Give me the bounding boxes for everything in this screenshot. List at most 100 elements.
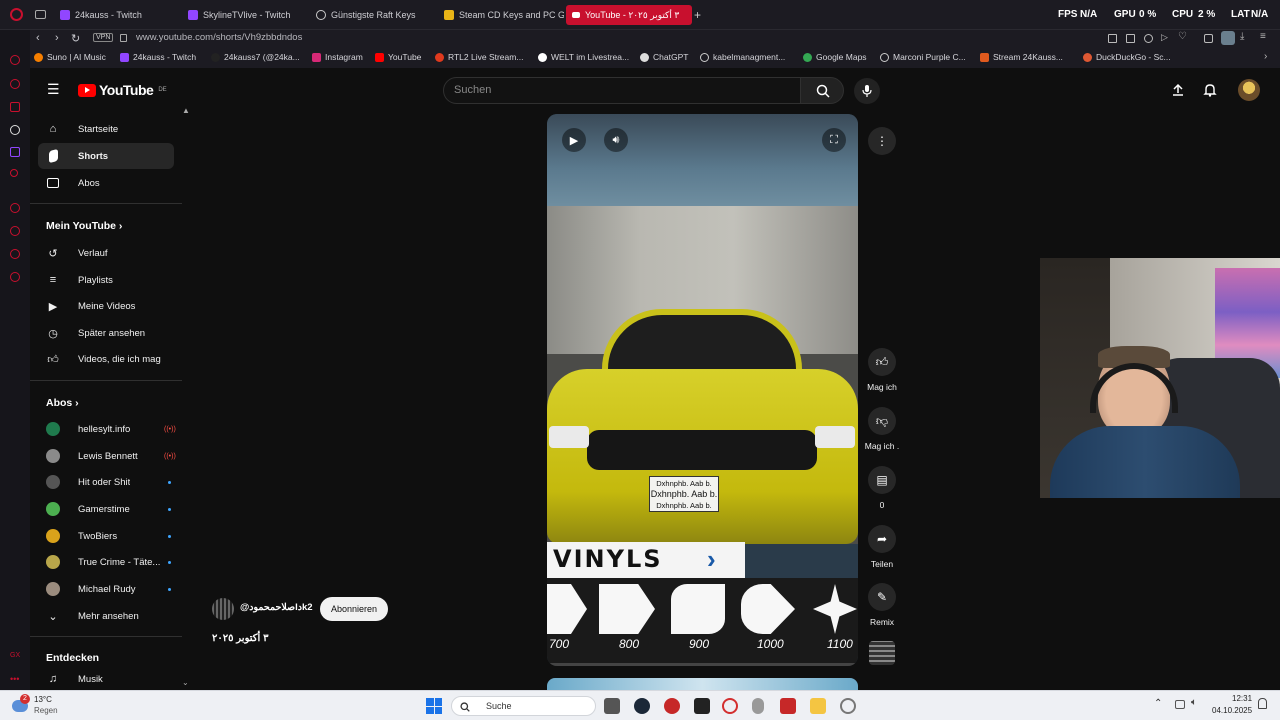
youtube-sidebar-icon[interactable]: [10, 169, 18, 177]
play-icon[interactable]: ▷: [1161, 32, 1168, 43]
channel-avatar[interactable]: [212, 598, 234, 620]
profile-avatar[interactable]: [1221, 31, 1235, 45]
video-progress-bar[interactable]: [547, 663, 858, 666]
subscription-michael-rudy[interactable]: Michael Rudy: [38, 576, 174, 602]
more-options-button[interactable]: ⋮: [868, 127, 896, 155]
gx-icon[interactable]: GX: [10, 652, 20, 659]
nav-spaeter-ansehen[interactable]: ◷ Später ansehen: [38, 320, 174, 346]
tab-skylinetv-twitch[interactable]: SkylineTVlive - Twitch: [182, 5, 308, 25]
forward-icon[interactable]: ›: [55, 32, 59, 44]
nav-abos[interactable]: Abos: [38, 170, 174, 196]
more-icon[interactable]: •••: [10, 674, 19, 684]
bookmark-marconi[interactable]: Marconi Purple C...: [880, 52, 966, 62]
nav-liked-videos[interactable]: 👍︎ Videos, die ich mag: [38, 346, 174, 372]
collapse-arrow-icon[interactable]: ▲: [182, 106, 190, 115]
vpn-badge[interactable]: VPN: [93, 33, 114, 42]
next-short-preview[interactable]: [547, 678, 858, 690]
wallet-icon[interactable]: [1126, 34, 1135, 43]
notification-bell-tray-icon[interactable]: [1258, 698, 1267, 709]
snapshot-icon[interactable]: [1108, 34, 1117, 43]
puzzle-icon[interactable]: [1204, 34, 1213, 43]
steam-icon[interactable]: [634, 698, 650, 714]
notifications-bell-icon[interactable]: [1203, 83, 1217, 97]
bookmark-chatgpt[interactable]: ChatGPT: [640, 52, 688, 62]
volume-tray-icon[interactable]: 🔈︎: [1191, 697, 1197, 708]
nav-playlists[interactable]: ≡ Playlists: [38, 267, 174, 293]
arrow-icon[interactable]: [10, 125, 20, 135]
bookmark-google-maps[interactable]: Google Maps: [803, 52, 867, 62]
taskbar-search[interactable]: Suche: [451, 696, 596, 716]
share-icon[interactable]: ➦: [868, 525, 896, 553]
dislike-action[interactable]: 👎︎ Mag ich .: [865, 407, 899, 451]
search-input[interactable]: Suchen: [443, 77, 801, 104]
twitch-sidebar-icon[interactable]: [10, 147, 20, 157]
network-icon[interactable]: [1175, 700, 1185, 709]
bookmark-duckduckgo[interactable]: DuckDuckGo - Sc...: [1083, 52, 1171, 62]
fullscreen-button[interactable]: ⛶: [822, 128, 846, 152]
bookmark-youtube[interactable]: YouTube: [375, 52, 421, 62]
clock-icon[interactable]: [10, 203, 20, 213]
nav-startseite[interactable]: ⌂ Startseite: [38, 116, 174, 142]
subscription-twobiers[interactable]: TwoBiers: [38, 523, 174, 549]
nav-shorts[interactable]: Shorts: [38, 143, 174, 169]
subscribe-button[interactable]: Abonnieren: [320, 597, 389, 621]
reload-icon[interactable]: ↻: [71, 32, 80, 45]
weather-widget[interactable]: 2 13°C Regen: [10, 693, 90, 719]
heart-icon[interactable]: ♡: [1178, 31, 1187, 42]
bookmark-tiktok[interactable]: 24kauss7 (@24ka...: [211, 52, 300, 62]
player-icon[interactable]: [10, 79, 20, 89]
search-button[interactable]: [800, 77, 844, 104]
download-icon[interactable]: ⤓: [1240, 31, 1244, 42]
new-tab-button[interactable]: +: [694, 8, 701, 22]
bookmarks-overflow-icon[interactable]: ›: [1264, 51, 1267, 62]
opera-gx-taskbar-icon[interactable]: [722, 698, 738, 714]
mouse-app-icon[interactable]: [752, 698, 764, 714]
youtube-logo[interactable]: YouTube DE: [78, 82, 167, 98]
voice-search-button[interactable]: [854, 78, 880, 104]
abos-heading[interactable]: Abos ›: [46, 397, 79, 409]
workspace-icon[interactable]: [10, 102, 20, 112]
opera-logo-icon[interactable]: [10, 8, 23, 21]
dislike-icon[interactable]: 👎︎: [868, 407, 896, 435]
nav-meine-videos[interactable]: ▶ Meine Videos: [38, 293, 174, 319]
clock-date[interactable]: 04.10.2025: [1212, 706, 1252, 715]
capcut-icon[interactable]: [694, 698, 710, 714]
nav-musik[interactable]: ♫ Musik: [38, 668, 174, 690]
show-more-button[interactable]: ⌄ Mehr ansehen: [38, 603, 174, 629]
url-text[interactable]: www.youtube.com/shorts/Vh9zbbdndos: [136, 32, 302, 43]
tab-youtube-active[interactable]: YouTube - ٣ أكتوبر ٢٠٢٥: [566, 5, 692, 25]
clock-time[interactable]: 12:31: [1232, 694, 1252, 703]
bookmark-rtl2[interactable]: RTL2 Live Stream...: [435, 52, 523, 62]
sound-thumbnail[interactable]: [869, 641, 895, 665]
mute-button[interactable]: 🔊︎: [604, 128, 628, 152]
channel-name[interactable]: @صلاحمحمودlدk2: [240, 602, 313, 613]
settings-gear-icon[interactable]: [840, 698, 856, 714]
nav-verlauf[interactable]: ↺ Verlauf: [38, 240, 174, 266]
upload-icon[interactable]: [1172, 83, 1184, 97]
start-button[interactable]: [426, 698, 442, 714]
remix-icon[interactable]: ✎: [868, 583, 896, 611]
tab-manager-icon[interactable]: [35, 10, 46, 19]
subscription-true-crime[interactable]: True Crime - Täte...: [38, 549, 174, 575]
bookmark-kabelmanagment[interactable]: kabelmanagment...: [700, 52, 785, 62]
bookmark-stream[interactable]: Stream 24Kauss...: [980, 52, 1063, 62]
user-avatar[interactable]: [1238, 79, 1260, 101]
bookmark-instagram[interactable]: Instagram: [312, 52, 363, 62]
remix-action[interactable]: ✎ Remix: [866, 583, 898, 627]
subscription-lewis-bennett[interactable]: Lewis Bennett ((•)): [38, 443, 176, 469]
subscription-gamerstime[interactable]: Gamerstime: [38, 496, 174, 522]
task-view-icon[interactable]: [604, 698, 620, 714]
shorts-video-player[interactable]: Dxhnphb. Aab b. Dxhnphb. Aab b. Dxhnphb.…: [547, 114, 858, 666]
file-explorer-icon[interactable]: [810, 698, 826, 714]
scroll-down-arrow-icon[interactable]: ⌄: [182, 678, 189, 687]
hamburger-menu-icon[interactable]: ☰: [47, 82, 60, 96]
shield-icon[interactable]: [1144, 34, 1153, 43]
tab-24kauss-twitch[interactable]: 24kauss - Twitch: [54, 5, 180, 25]
like-icon[interactable]: 👍︎: [868, 348, 896, 376]
video-editor-icon[interactable]: [780, 698, 796, 714]
tray-chevron-up-icon[interactable]: ⌃: [1154, 698, 1162, 709]
tab-steam-cd-keys[interactable]: Steam CD Keys and PC G: [438, 5, 564, 25]
play-button[interactable]: ▶: [562, 128, 586, 152]
subscription-hit-oder-shit[interactable]: Hit oder Shit: [38, 469, 174, 495]
tab-raft-keys[interactable]: Günstigste Raft Keys: [310, 5, 436, 25]
